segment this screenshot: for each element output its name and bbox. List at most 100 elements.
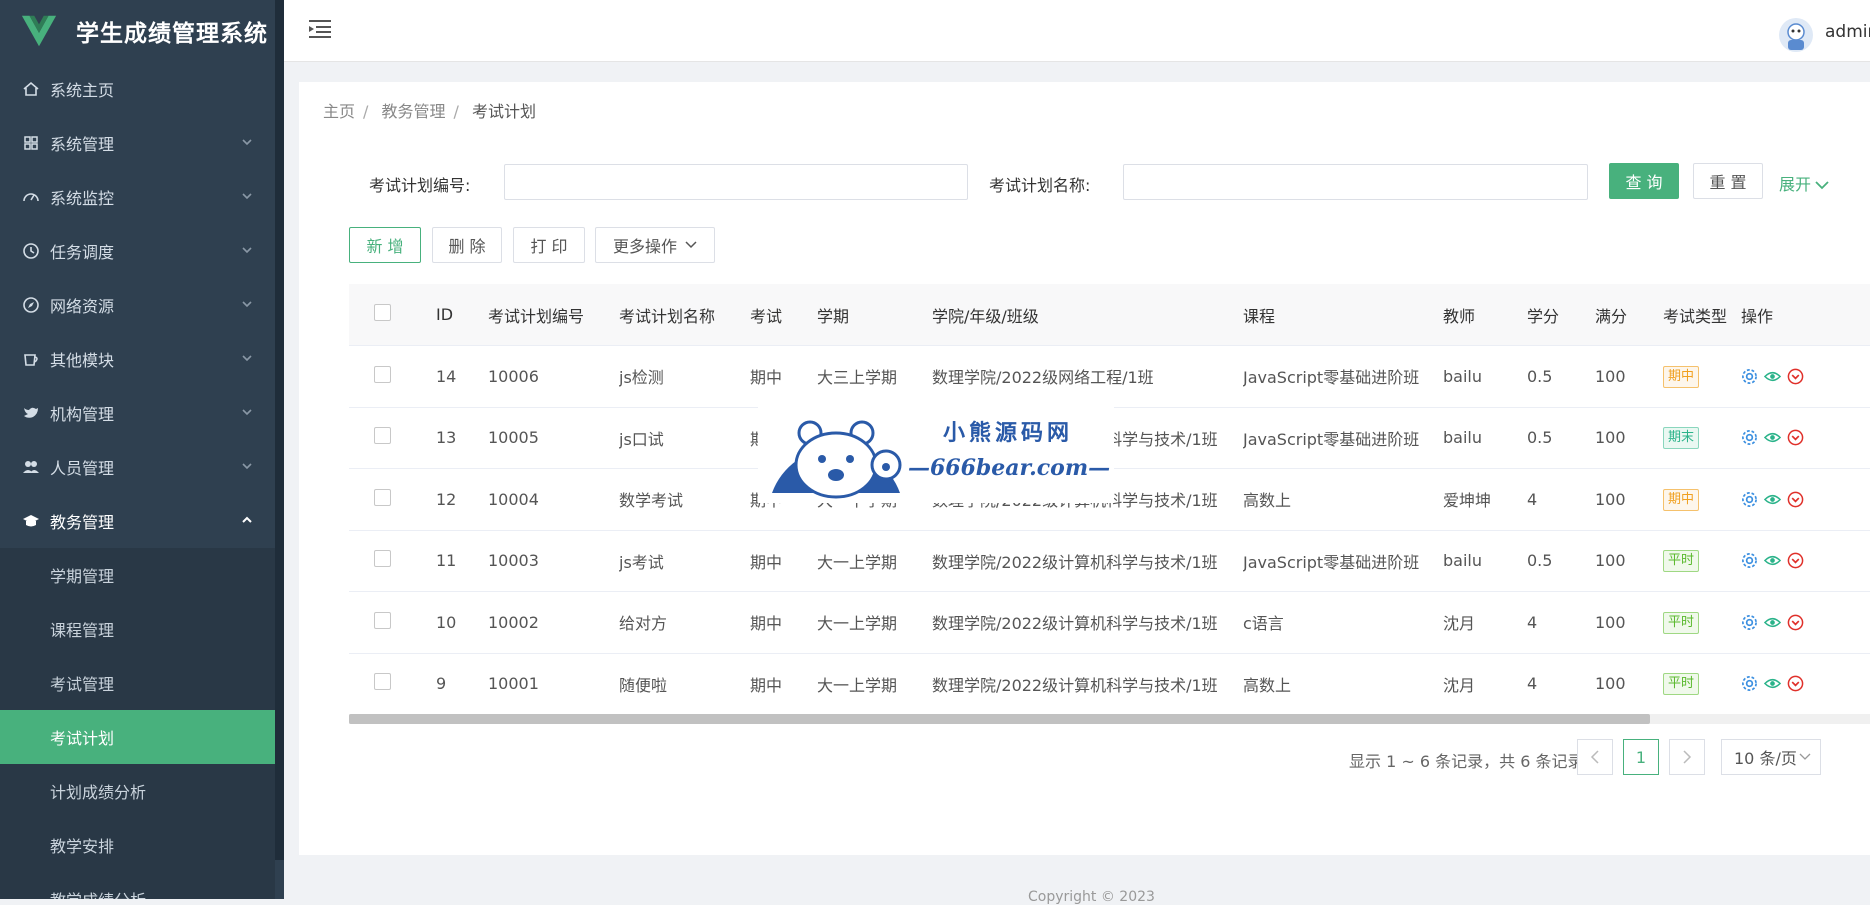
menu-toggle-icon[interactable] xyxy=(309,19,331,39)
sidebar-submenu: 学期管理课程管理考试管理考试计划计划成绩分析教学安排教学成绩分析 xyxy=(0,548,275,899)
view-icon[interactable] xyxy=(1764,675,1781,692)
settings-icon[interactable] xyxy=(1741,614,1758,631)
sidebar-item-label: 系统主页 xyxy=(50,81,115,100)
chevron-down-icon xyxy=(242,193,252,200)
query-button[interactable]: 查 询 xyxy=(1609,163,1679,199)
more-actions-button[interactable]: 更多操作 xyxy=(595,227,715,263)
plan-code-input[interactable] xyxy=(504,164,968,200)
row-checkbox[interactable] xyxy=(374,550,391,568)
print-button[interactable]: 打 印 xyxy=(513,227,585,263)
more-actions-label: 更多操作 xyxy=(612,237,677,256)
table-cell-term: 大一上学期 xyxy=(817,552,898,572)
table-cell-term: 大一上学期 xyxy=(817,614,898,634)
add-button[interactable]: 新 增 xyxy=(349,227,421,263)
chevron-down-icon xyxy=(685,241,697,249)
username[interactable]: admin xyxy=(1825,22,1870,42)
column-header: ID xyxy=(436,305,454,324)
reset-button[interactable]: 重 置 xyxy=(1693,163,1763,199)
table-cell-full: 100 xyxy=(1595,366,1626,386)
dropdown-circle-icon[interactable] xyxy=(1787,675,1804,692)
sidebar-subitem-5[interactable]: 教学安排 xyxy=(0,818,275,872)
sidebar-item-8[interactable]: 教务管理 xyxy=(0,494,275,548)
expand-link[interactable]: 展开 xyxy=(1779,171,1829,195)
sidebar: 学生成绩管理系统 系统主页系统管理 系统监控 任务调度 网络资源 其他模块 机构管理 人员管… xyxy=(0,0,284,899)
row-checkbox[interactable] xyxy=(374,488,391,506)
view-icon[interactable] xyxy=(1764,429,1781,446)
sidebar-item-1[interactable]: 系统管理 xyxy=(0,116,275,170)
row-checkbox[interactable] xyxy=(374,365,391,383)
table-row[interactable]: 10 10002 给对方 期中 大一上学期 数理学院/2022级计算机科学与技术/1班 c语… xyxy=(349,592,1870,654)
compass-icon xyxy=(23,297,39,313)
scrollbar-thumb[interactable] xyxy=(349,714,1650,724)
sidebar-subitem-6[interactable]: 教学成绩分析 xyxy=(0,872,275,899)
chevron-left-icon xyxy=(1590,750,1599,764)
row-checkbox[interactable] xyxy=(374,611,391,629)
exam-type-tag: 期中 xyxy=(1663,488,1700,511)
sidebar-subitem-4[interactable]: 计划成绩分析 xyxy=(0,764,275,818)
sidebar-item-6[interactable]: 机构管理 xyxy=(0,386,275,440)
sidebar-subitem-0[interactable]: 学期管理 xyxy=(0,548,275,602)
table-row[interactable]: 11 10003 js考试 期中 大一上学期 数理学院/2022级计算机科学与技术/1班 J… xyxy=(349,531,1870,592)
dropdown-circle-icon[interactable] xyxy=(1787,614,1804,631)
table-cell-name: js考试 xyxy=(619,552,664,572)
table-cell-course: JavaScript零基础进阶班 xyxy=(1243,429,1420,449)
prev-page-button[interactable] xyxy=(1577,739,1613,775)
sidebar-item-3[interactable]: 任务调度 xyxy=(0,224,275,278)
sidebar-item-0[interactable]: 系统主页 xyxy=(0,62,275,116)
table-cell-credit: 0.5 xyxy=(1527,366,1553,386)
sidebar-subitem-3[interactable]: 考试计划 xyxy=(0,710,275,764)
table-cell-exam: 期中 xyxy=(750,552,783,572)
plan-name-label: 考试计划名称: xyxy=(989,176,1091,195)
dropdown-circle-icon[interactable] xyxy=(1787,429,1804,446)
table-cell-name: js检测 xyxy=(619,368,664,388)
dropdown-circle-icon[interactable] xyxy=(1787,368,1804,385)
table-cell-name: 数学考试 xyxy=(619,491,684,511)
top-bar: admin xyxy=(284,0,1870,62)
sidebar-item-2[interactable]: 系统监控 xyxy=(0,170,275,224)
plan-code-label: 考试计划编号: xyxy=(369,176,471,195)
exam-type-tag: 期末 xyxy=(1663,427,1700,450)
select-all-checkbox[interactable] xyxy=(374,304,391,321)
settings-icon[interactable] xyxy=(1741,491,1758,508)
column-header: 课程 xyxy=(1243,306,1276,326)
table-row[interactable]: 9 10001 随便啦 期中 大一上学期 数理学院/2022级计算机科学与技术/1班 高数上… xyxy=(349,654,1870,715)
sidebar-item-5[interactable]: 其他模块 xyxy=(0,332,275,386)
settings-icon[interactable] xyxy=(1741,368,1758,385)
table-cell-name: js口试 xyxy=(619,429,664,449)
row-checkbox[interactable] xyxy=(374,427,391,445)
view-icon[interactable] xyxy=(1764,552,1781,569)
plan-name-input[interactable] xyxy=(1123,164,1588,200)
table-cell-full: 100 xyxy=(1595,674,1626,694)
sidebar-subitem-1[interactable]: 课程管理 xyxy=(0,602,275,656)
table-cell-class: 数理学院/2022级计算机科学与技术/1班 xyxy=(932,552,1218,572)
sidebar-item-7[interactable]: 人员管理 xyxy=(0,440,275,494)
view-icon[interactable] xyxy=(1764,491,1781,508)
sidebar-scrollbar[interactable] xyxy=(275,0,284,860)
sidebar-item-4[interactable]: 网络资源 xyxy=(0,278,275,332)
table-cell-code: 10001 xyxy=(488,674,539,694)
settings-icon[interactable] xyxy=(1741,675,1758,692)
view-icon[interactable] xyxy=(1764,368,1781,385)
page-1-button[interactable]: 1 xyxy=(1623,739,1659,775)
avatar[interactable] xyxy=(1779,18,1813,52)
dropdown-circle-icon[interactable] xyxy=(1787,491,1804,508)
dropdown-circle-icon[interactable] xyxy=(1787,552,1804,569)
sidebar-subitem-2[interactable]: 考试管理 xyxy=(0,656,275,710)
page-size-select[interactable]: 10 条/页 xyxy=(1721,739,1821,775)
settings-icon[interactable] xyxy=(1741,429,1758,446)
settings-icon[interactable] xyxy=(1741,552,1758,569)
view-icon[interactable] xyxy=(1764,614,1781,631)
breadcrumb-home[interactable]: 主页 xyxy=(323,102,355,121)
table-cell-id: 9 xyxy=(436,674,447,694)
delete-button[interactable]: 删 除 xyxy=(432,227,502,263)
table-cell-term: 大三上学期 xyxy=(817,368,898,388)
breadcrumb-academic[interactable]: 教务管理 xyxy=(382,102,446,121)
table-cell-course: 高数上 xyxy=(1243,491,1292,511)
logo[interactable]: 学生成绩管理系统 xyxy=(0,0,275,62)
table-row[interactable]: 14 10006 js检测 期中 大三上学期 数理学院/2022级网络工程/1班 JavaS… xyxy=(349,346,1870,408)
table-cell-course: c语言 xyxy=(1243,614,1284,634)
table-horizontal-scrollbar[interactable] xyxy=(349,714,1870,724)
exam-type-tag: 平时 xyxy=(1663,550,1700,573)
next-page-button[interactable] xyxy=(1669,739,1705,775)
row-checkbox[interactable] xyxy=(374,673,391,691)
